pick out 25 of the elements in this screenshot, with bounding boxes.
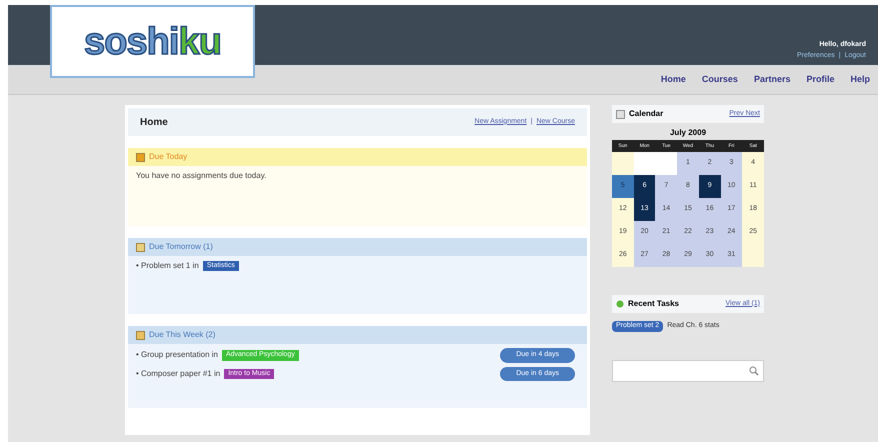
nav-link[interactable]: Profile (806, 72, 834, 86)
calendar-title: Calendar (629, 108, 664, 120)
calendar-icon (616, 110, 625, 118)
section-title: Due Today (149, 151, 188, 163)
logo-text: ku (178, 20, 221, 62)
recent-title: Recent Tasks (628, 298, 679, 310)
search-field[interactable] (612, 360, 764, 382)
logo-text: soshi (84, 20, 179, 62)
search-icon (749, 366, 759, 376)
nav-link[interactable]: Home (660, 72, 686, 86)
assignment-text: • Group presentation in (136, 349, 218, 362)
nav-link[interactable]: Partners (754, 72, 790, 86)
page-title: Home (140, 116, 168, 130)
month-title: July 2009 (668, 127, 708, 139)
nav-link[interactable]: Help (850, 72, 870, 86)
status-dot-icon (616, 300, 624, 308)
section-title: Due Tomorrow (1) (149, 241, 213, 253)
assignment-text: • Composer paper #1 in (136, 368, 220, 380)
calendar-icon (136, 330, 145, 340)
calendar-icon (136, 152, 145, 162)
nav-link[interactable]: Courses (702, 72, 738, 86)
empty-message: You have no assignments due today. (136, 170, 268, 182)
calendar-icon (136, 242, 145, 252)
assignment-text: • Problem set 1 in (136, 260, 199, 272)
section-title: Due This Week (2) (149, 329, 216, 341)
